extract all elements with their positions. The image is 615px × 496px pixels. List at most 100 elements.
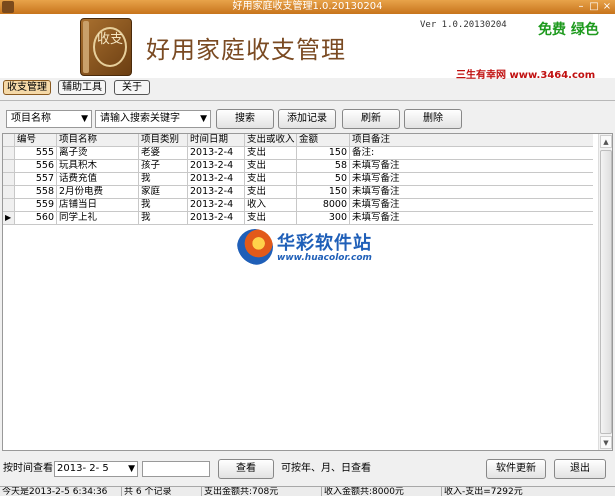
cell-id: 560 — [15, 212, 57, 225]
row-indicator[interactable] — [3, 199, 15, 212]
watermark-swirl-icon — [237, 229, 273, 265]
add-record-button[interactable]: 添加记录 — [278, 109, 336, 129]
status-record-count: 共 6 个记录 — [122, 487, 202, 496]
logo-book-icon: 收支 — [80, 18, 132, 76]
cell-id: 555 — [15, 147, 57, 160]
row-indicator[interactable] — [3, 186, 15, 199]
exit-button[interactable]: 退出 — [554, 459, 606, 479]
cell-name: 店铺当日 — [57, 199, 139, 212]
cell-id: 559 — [15, 199, 57, 212]
search-button[interactable]: 搜索 — [216, 109, 274, 129]
cell-category: 孩子 — [139, 160, 188, 173]
date-value: 2013- 2- 5 — [57, 463, 109, 474]
table-row[interactable]: 559 店铺当日 我 2013-2-4 收入 8000 未填写备注 — [3, 199, 593, 212]
app-header: 收支 好用家庭收支管理 Ver 1.0.20130204 免费 绿色 三生有幸网… — [0, 14, 615, 81]
cell-note: 未填写备注 — [350, 186, 593, 199]
keyword-input[interactable]: 请输入搜索关键字 ▼ — [95, 110, 211, 128]
chevron-down-icon: ▼ — [81, 114, 88, 124]
status-today: 今天是2013-2-5 6:34:36 — [0, 487, 122, 496]
cell-category: 我 — [139, 199, 188, 212]
software-update-button[interactable]: 软件更新 — [486, 459, 546, 479]
cell-name: 同学上礼 — [57, 212, 139, 225]
app-name: 好用家庭收支管理 — [146, 36, 346, 64]
title-bar: 好用家庭收支管理1.0.20130204 – □ × — [0, 0, 615, 14]
header-indicator — [3, 134, 15, 147]
row-indicator[interactable] — [3, 173, 15, 186]
tab-tools[interactable]: 辅助工具 — [58, 80, 106, 95]
column-header[interactable]: 项目类别 — [139, 134, 188, 147]
watermark-logo: 华彩软件站 www.huacolor.com — [237, 227, 387, 269]
cell-note: 未填写备注 — [350, 212, 593, 225]
cell-name: 离子烫 — [57, 147, 139, 160]
search-field-value: 项目名称 — [11, 113, 51, 124]
window-title: 好用家庭收支管理1.0.20130204 — [232, 1, 383, 12]
cell-note: 未填写备注 — [350, 173, 593, 186]
cell-date: 2013-2-4 — [188, 147, 245, 160]
status-balance: 收入-支出=7292元 — [444, 487, 523, 496]
cell-id: 557 — [15, 173, 57, 186]
cell-name: 玩具积木 — [57, 160, 139, 173]
table-row[interactable]: 558 2月份电费 家庭 2013-2-4 支出 150 未填写备注 — [3, 186, 593, 199]
scroll-down-icon[interactable]: ▼ — [600, 436, 612, 449]
table-row[interactable]: 556 玩具积木 孩子 2013-2-4 支出 58 未填写备注 — [3, 160, 593, 173]
status-bar: 今天是2013-2-5 6:34:36 共 6 个记录 支出金额共:708元 收… — [0, 486, 615, 496]
delete-button[interactable]: 删除 — [404, 109, 462, 129]
date-picker[interactable]: 2013- 2- 5 ▼ — [54, 461, 138, 477]
tab-finance[interactable]: 收支管理 — [3, 80, 51, 95]
site-link[interactable]: 三生有幸网 www.3464.com — [456, 66, 595, 81]
query-button[interactable]: 查看 — [218, 459, 274, 479]
cell-amount: 58 — [297, 160, 350, 173]
column-header[interactable]: 金额 — [297, 134, 350, 147]
table-row[interactable]: 555 离子烫 老婆 2013-2-4 支出 150 备注: — [3, 147, 593, 160]
row-pointer-icon[interactable]: ▶ — [3, 212, 15, 225]
cell-id: 556 — [15, 160, 57, 173]
cell-type: 收入 — [245, 199, 297, 212]
vertical-scrollbar[interactable]: ▲ ▼ — [598, 134, 612, 450]
cell-note: 未填写备注 — [350, 199, 593, 212]
row-indicator[interactable] — [3, 160, 15, 173]
cell-note: 备注: — [350, 147, 593, 160]
version-label: Ver 1.0.20130204 — [420, 20, 507, 30]
maximize-icon[interactable]: □ — [588, 1, 600, 13]
query-text-input[interactable] — [142, 461, 210, 477]
query-hint: 可按年、月、日查看 — [281, 463, 371, 474]
cell-amount: 150 — [297, 186, 350, 199]
cell-amount: 8000 — [297, 199, 350, 212]
cell-amount: 300 — [297, 212, 350, 225]
cell-name: 话费充值 — [57, 173, 139, 186]
scroll-up-icon[interactable]: ▲ — [600, 135, 612, 148]
cell-amount: 50 — [297, 173, 350, 186]
column-header[interactable]: 支出或收入 — [245, 134, 297, 147]
cell-type: 支出 — [245, 186, 297, 199]
scroll-thumb[interactable] — [600, 150, 612, 434]
cell-date: 2013-2-4 — [188, 160, 245, 173]
cell-date: 2013-2-4 — [188, 173, 245, 186]
cell-date: 2013-2-4 — [188, 199, 245, 212]
table-row[interactable]: ▶ 560 同学上礼 我 2013-2-4 支出 300 未填写备注 — [3, 212, 593, 225]
tab-about[interactable]: 关于 — [114, 80, 150, 95]
status-income-total: 收入金额共:8000元 — [322, 487, 442, 496]
cell-date: 2013-2-4 — [188, 186, 245, 199]
cell-category: 家庭 — [139, 186, 188, 199]
table-row[interactable]: 557 话费充值 我 2013-2-4 支出 50 未填写备注 — [3, 173, 593, 186]
column-header[interactable]: 时间日期 — [188, 134, 245, 147]
minimize-icon[interactable]: – — [575, 1, 587, 13]
free-badge: 免费 绿色 — [538, 22, 599, 38]
column-header[interactable]: 项目名称 — [57, 134, 139, 147]
row-indicator[interactable] — [3, 147, 15, 160]
chevron-down-icon[interactable]: ▼ — [128, 462, 135, 476]
refresh-button[interactable]: 刷新 — [342, 109, 400, 129]
records-table[interactable]: 编号 项目名称 项目类别 时间日期 支出或收入 金额 项目备注 555 离子烫 … — [2, 133, 613, 451]
cell-category: 我 — [139, 173, 188, 186]
cell-type: 支出 — [245, 173, 297, 186]
watermark-url: www.huacolor.com — [277, 253, 372, 263]
close-icon[interactable]: × — [601, 1, 613, 13]
cell-date: 2013-2-4 — [188, 212, 245, 225]
cell-category: 老婆 — [139, 147, 188, 160]
status-expense-total: 支出金额共:708元 — [202, 487, 322, 496]
search-field-select[interactable]: 项目名称 ▼ — [6, 110, 92, 128]
cell-category: 我 — [139, 212, 188, 225]
column-header[interactable]: 项目备注 — [350, 134, 593, 147]
column-header[interactable]: 编号 — [15, 134, 57, 147]
cell-name: 2月份电费 — [57, 186, 139, 199]
